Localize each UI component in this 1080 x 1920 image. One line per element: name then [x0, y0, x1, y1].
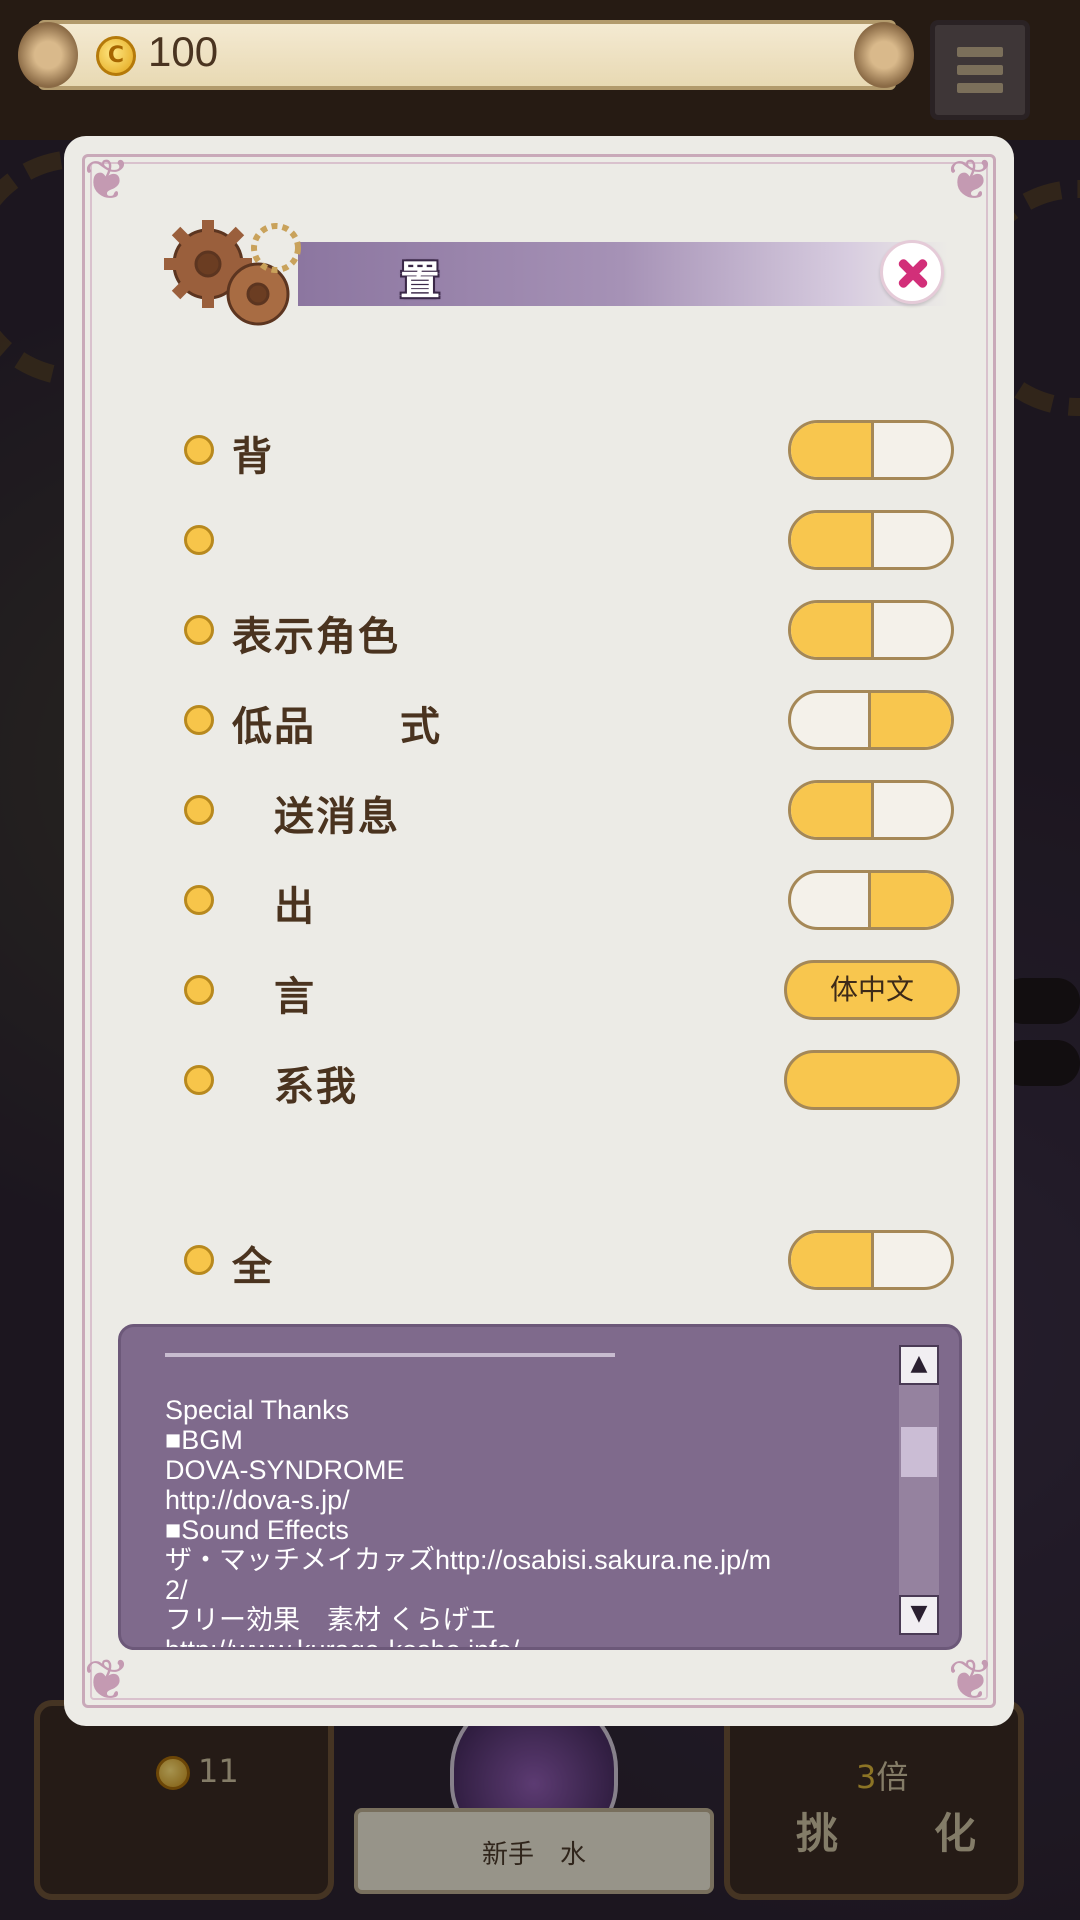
title-banner: [298, 242, 948, 306]
credits-text: Special Thanks ■BGM DOVA-SYNDROME http:/…: [165, 1395, 772, 1650]
bullet-icon: [184, 705, 214, 735]
credits-scrollbar[interactable]: [899, 1345, 939, 1635]
menu-icon-line: [957, 65, 1003, 75]
contact-button[interactable]: [784, 1050, 960, 1110]
toggle-fill: [791, 603, 874, 657]
send-message-toggle[interactable]: [788, 780, 954, 840]
corner-ornament: ❦: [947, 1648, 995, 1713]
close-button[interactable]: [880, 240, 944, 304]
ornament-right: [854, 22, 914, 88]
setting-label: 系我: [232, 1064, 358, 1110]
output-toggle[interactable]: [788, 870, 954, 930]
setting-label: 送消息: [232, 794, 400, 840]
menu-icon-line: [957, 83, 1003, 93]
toggle-fill: [791, 1233, 874, 1287]
ornament-left: [18, 22, 78, 88]
all-toggle[interactable]: [788, 1230, 954, 1290]
low-quality-toggle[interactable]: [788, 690, 954, 750]
setting-row-bgm: 背: [184, 420, 964, 480]
toggle-fill: [791, 783, 874, 837]
toggle-fill: [868, 693, 951, 747]
bullet-icon: [184, 435, 214, 465]
bullet-icon: [184, 1065, 214, 1095]
bullet-icon: [184, 885, 214, 915]
menu-icon: [957, 47, 1003, 57]
toggle-fill: [791, 513, 874, 567]
credits-divider: [165, 1353, 615, 1357]
setting-row-all: 全: [184, 1230, 964, 1290]
setting-label: 背: [232, 434, 274, 480]
dialog-title: 置: [400, 258, 440, 304]
settings-dialog: ❦ ❦ ❦ ❦ 置 背 表示角色 低品 式 送消息 出 言 体中文 系我 全 S…: [64, 136, 1014, 1726]
corner-ornament: ❦: [947, 148, 995, 213]
setting-row-show-character: 表示角色: [184, 600, 964, 660]
bullet-icon: [184, 525, 214, 555]
scrollbar-thumb[interactable]: [901, 1427, 937, 1477]
scroll-up-icon[interactable]: ▲: [899, 1345, 939, 1385]
show-character-toggle[interactable]: [788, 600, 954, 660]
setting-label: 出: [232, 884, 316, 930]
setting-label: 表示角色: [232, 614, 400, 660]
menu-button[interactable]: [930, 20, 1030, 120]
coin-count: 100: [148, 28, 219, 75]
scroll-down-icon[interactable]: ▼: [899, 1595, 939, 1635]
coin-icon: [96, 36, 136, 76]
sound-toggle[interactable]: [788, 510, 954, 570]
toggle-fill: [868, 873, 951, 927]
bgm-toggle[interactable]: [788, 420, 954, 480]
gear-icon: [164, 220, 301, 326]
setting-row-output: 出: [184, 870, 964, 930]
setting-row-language: 言 体中文: [184, 960, 964, 1020]
setting-label: 言: [232, 974, 316, 1020]
setting-row-send-message: 送消息: [184, 780, 964, 840]
setting-row-low-quality: 低品 式: [184, 690, 964, 750]
setting-label: 低品 式: [232, 704, 442, 750]
setting-row-contact: 系我: [184, 1050, 964, 1110]
credits-box[interactable]: Special Thanks ■BGM DOVA-SYNDROME http:/…: [118, 1324, 962, 1650]
toggle-fill: [791, 423, 874, 477]
top-bar: 100: [18, 12, 914, 96]
corner-ornament: ❦: [83, 1648, 131, 1713]
bullet-icon: [184, 615, 214, 645]
bullet-icon: [184, 975, 214, 1005]
bullet-icon: [184, 795, 214, 825]
setting-row-sound: [184, 510, 964, 570]
corner-ornament: ❦: [83, 148, 131, 213]
language-button[interactable]: 体中文: [784, 960, 960, 1020]
setting-label: 全: [232, 1244, 274, 1290]
bullet-icon: [184, 1245, 214, 1275]
